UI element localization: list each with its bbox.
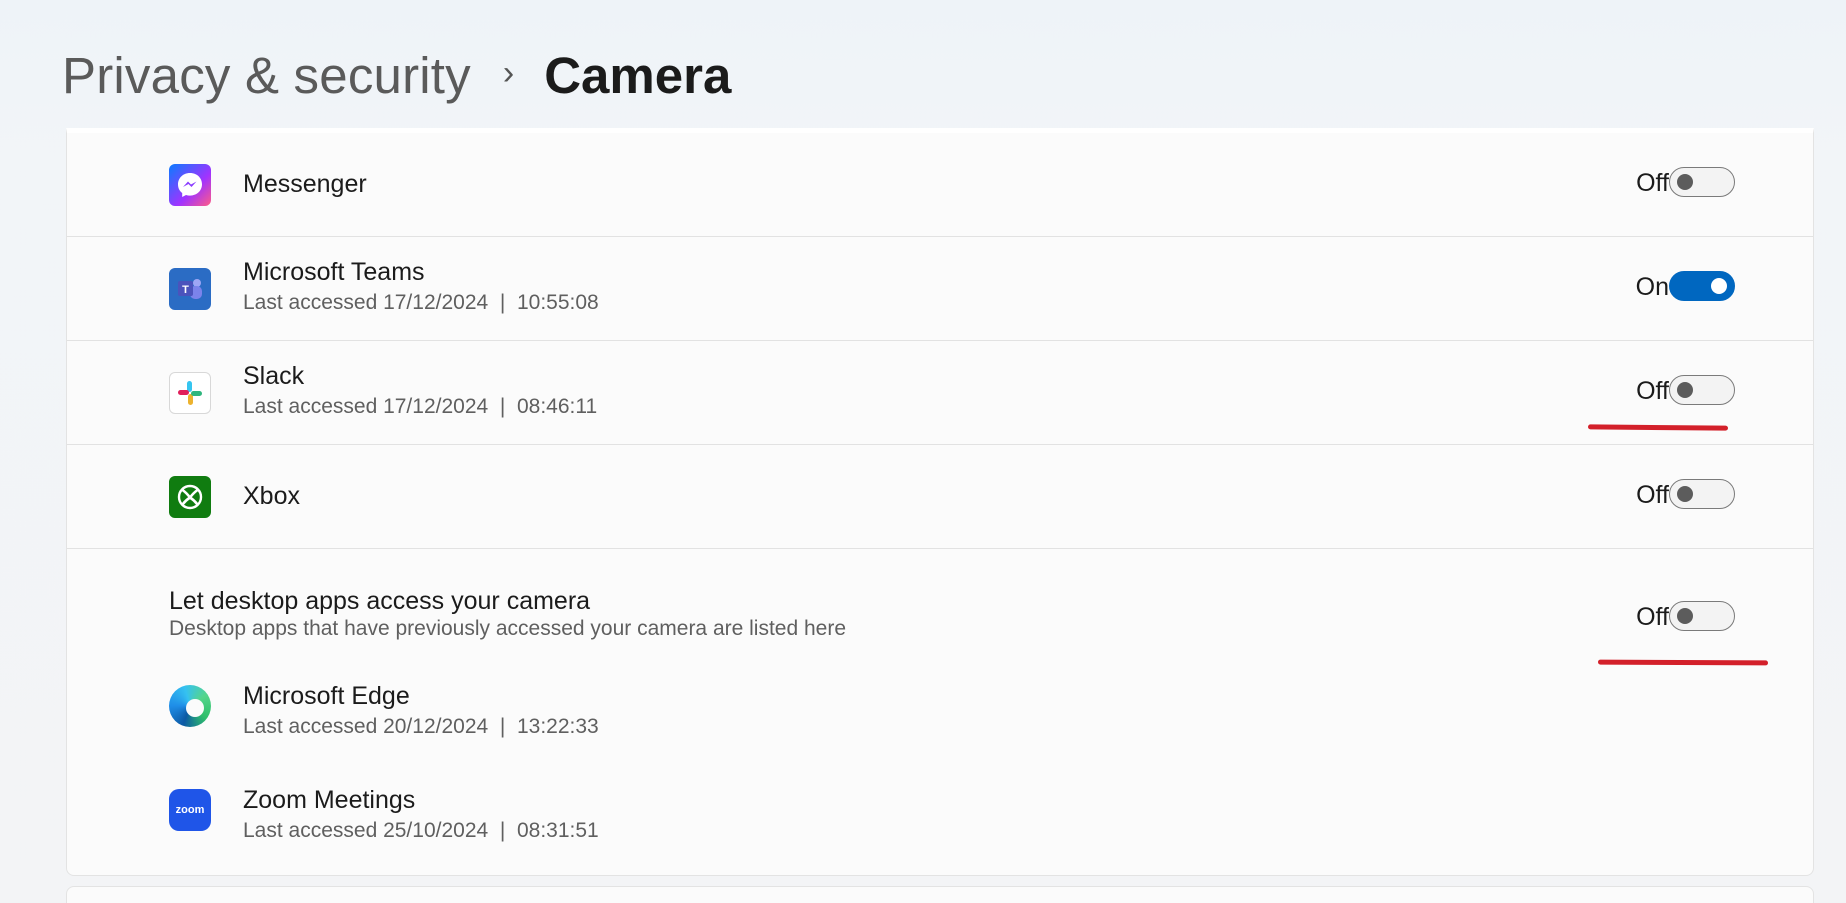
annotation-underline-desktop-apps <box>1597 659 1769 666</box>
app-name: Messenger <box>243 170 367 198</box>
next-settings-card <box>66 886 1814 903</box>
toggle-knob <box>1677 174 1693 190</box>
chevron-right-icon: › <box>502 53 515 92</box>
app-name: Zoom Meetings <box>243 786 416 814</box>
app-name: Slack <box>243 362 305 390</box>
app-row-xbox: Xbox Off <box>67 445 1813 549</box>
app-row-messenger: Messenger Off <box>67 133 1813 237</box>
app-row-microsoft-teams: T Microsoft Teams Last accessed 17/12/20… <box>67 237 1813 341</box>
desktop-apps-subtitle: Desktop apps that have previously access… <box>169 617 847 640</box>
edge-icon <box>169 685 211 727</box>
page-title: Camera <box>544 46 732 104</box>
breadcrumb-privacy-security[interactable]: Privacy & security <box>62 46 471 105</box>
desktop-apps-title: Let desktop apps access your camera <box>169 587 591 615</box>
toggle-knob <box>1677 382 1693 398</box>
zoom-icon-text: zoom <box>175 804 205 816</box>
breadcrumb: Privacy & security › Camera <box>62 42 731 108</box>
camera-apps-panel: Messenger Off T Microsoft Teams Last acc… <box>66 128 1814 876</box>
toggle-state-label: On <box>1635 273 1669 301</box>
svg-text:T: T <box>182 284 189 296</box>
teams-icon: T <box>169 268 211 310</box>
last-accessed: Last accessed 17/12/2024 | 08:46:11 <box>243 395 598 418</box>
app-row-slack: Slack Last accessed 17/12/2024 | 08:46:1… <box>67 341 1813 445</box>
toggle-state-label: Off <box>1636 481 1669 509</box>
toggle-state-label: Off <box>1636 603 1669 631</box>
zoom-icon: zoom <box>169 789 211 831</box>
app-name: Xbox <box>243 482 300 510</box>
app-name: Microsoft Edge <box>243 682 410 710</box>
edge-icon-inner <box>186 699 204 717</box>
messenger-icon <box>169 164 211 206</box>
xbox-camera-toggle[interactable] <box>1669 479 1735 509</box>
toggle-knob <box>1677 608 1693 624</box>
last-accessed: Last accessed 20/12/2024 | 13:22:33 <box>243 715 599 738</box>
last-accessed: Last accessed 17/12/2024 | 10:55:08 <box>243 291 599 314</box>
xbox-icon <box>169 476 211 518</box>
toggle-state-label: Off <box>1636 377 1669 405</box>
messenger-camera-toggle[interactable] <box>1669 167 1735 197</box>
toggle-state-label: Off <box>1636 169 1669 197</box>
microsoft-teams-camera-toggle[interactable] <box>1669 271 1735 301</box>
toggle-knob <box>1711 278 1727 294</box>
slack-icon <box>169 372 211 414</box>
slack-camera-toggle[interactable] <box>1669 375 1735 405</box>
app-name: Microsoft Teams <box>243 258 425 286</box>
last-accessed: Last accessed 25/10/2024 | 08:31:51 <box>243 819 599 842</box>
toggle-knob <box>1677 486 1693 502</box>
desktop-apps-camera-toggle[interactable] <box>1669 601 1735 631</box>
